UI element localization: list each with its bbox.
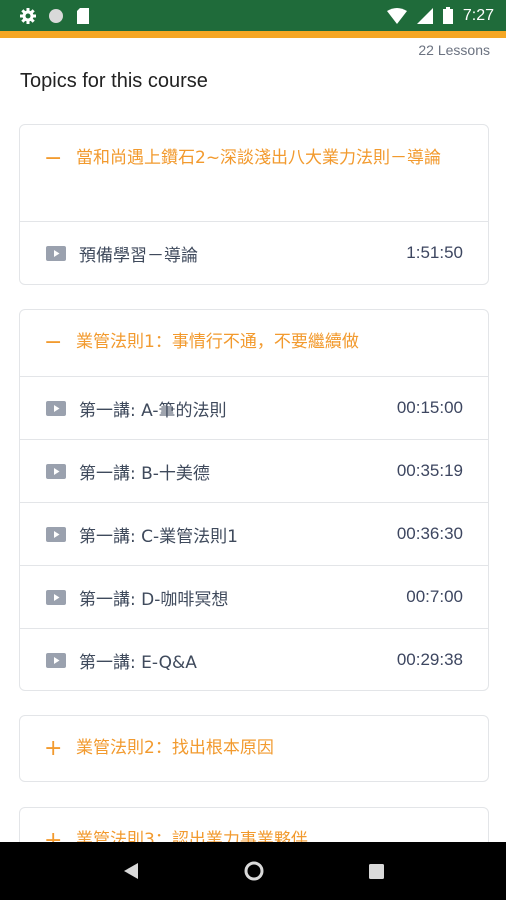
lesson-title: 第一講: E-Q&A bbox=[79, 652, 197, 673]
lesson-row[interactable]: 第一講: D-咖啡冥想 00:7:00 bbox=[20, 565, 488, 628]
section-card[interactable]: + 業管法則2：找出根本原因 bbox=[19, 715, 489, 782]
play-video-icon bbox=[46, 245, 66, 261]
home-icon[interactable] bbox=[243, 860, 265, 882]
navigation-bar bbox=[0, 842, 506, 900]
page-title: Topics for this course bbox=[20, 70, 208, 92]
lesson-duration: 00:36:30 bbox=[396, 524, 463, 543]
lesson-row[interactable]: 第一講: B-十美德 00:35:19 bbox=[20, 439, 488, 502]
section-title: 當和尚遇上鑽石2~深談淺出八大業力法則－導論 bbox=[76, 148, 442, 168]
lesson-duration: 1:51:50 bbox=[406, 243, 463, 262]
play-video-icon bbox=[46, 652, 66, 668]
collapse-icon[interactable]: − bbox=[44, 327, 64, 358]
lesson-title: 第一講: A-筆的法則 bbox=[79, 400, 227, 421]
lesson-duration: 00:35:19 bbox=[396, 461, 463, 480]
accent-divider bbox=[0, 31, 506, 38]
cell-signal-icon bbox=[416, 7, 433, 24]
lesson-duration: 00:29:38 bbox=[396, 650, 463, 669]
status-bar: 7:27 bbox=[0, 0, 506, 31]
expand-icon[interactable]: + bbox=[44, 733, 64, 764]
section-header[interactable]: + 業管法則2：找出根本原因 bbox=[20, 716, 488, 781]
section-card: − 業管法則1：事情行不通，不要繼續做 第一講: A-筆的法則 00:15:00… bbox=[19, 309, 489, 691]
lesson-title: 第一講: D-咖啡冥想 bbox=[79, 589, 229, 610]
section-header[interactable]: − 當和尚遇上鑽石2~深談淺出八大業力法則－導論 bbox=[20, 125, 488, 221]
status-time: 7:27 bbox=[462, 6, 494, 24]
lesson-duration: 00:7:00 bbox=[406, 587, 463, 606]
wifi-icon bbox=[386, 7, 407, 24]
lesson-row[interactable]: 預備學習－導論 1:51:50 bbox=[20, 221, 488, 284]
lesson-title: 第一講: B-十美德 bbox=[79, 463, 210, 484]
play-video-icon bbox=[46, 589, 66, 605]
lesson-title: 第一講: C-業管法則1 bbox=[79, 526, 238, 547]
lesson-row[interactable]: 第一講: C-業管法則1 00:36:30 bbox=[20, 502, 488, 565]
section-header[interactable]: − 業管法則1：事情行不通，不要繼續做 bbox=[20, 310, 488, 376]
sd-card-icon bbox=[77, 7, 89, 24]
lesson-row[interactable]: 第一講: A-筆的法則 00:15:00 bbox=[20, 376, 488, 439]
section-card: − 當和尚遇上鑽石2~深談淺出八大業力法則－導論 預備學習－導論 1:51:50 bbox=[19, 124, 489, 285]
lesson-title: 預備學習－導論 bbox=[79, 245, 198, 266]
section-title: 業管法則2：找出根本原因 bbox=[76, 738, 274, 758]
lesson-row[interactable]: 第一講: E-Q&A 00:29:38 bbox=[20, 628, 488, 690]
back-icon[interactable] bbox=[122, 862, 140, 880]
play-video-icon bbox=[46, 400, 66, 416]
lesson-duration: 00:15:00 bbox=[396, 398, 463, 417]
section-title: 業管法則1：事情行不通，不要繼續做 bbox=[76, 332, 359, 352]
gear-icon bbox=[20, 7, 36, 24]
collapse-icon[interactable]: − bbox=[44, 143, 64, 174]
lessons-count: 22 Lessons bbox=[418, 42, 490, 58]
battery-icon bbox=[442, 7, 453, 24]
recents-icon[interactable] bbox=[369, 863, 385, 879]
circle-notification-icon bbox=[49, 8, 63, 23]
play-video-icon bbox=[46, 526, 66, 542]
play-video-icon bbox=[46, 463, 66, 479]
